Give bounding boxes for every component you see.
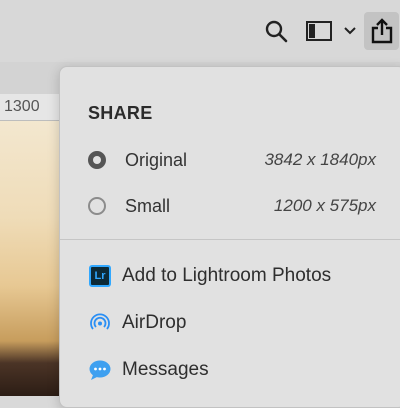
action-add-to-lightroom[interactable]: Lr Add to Lightroom Photos	[88, 261, 388, 291]
option-size: 3842 x 1840px	[264, 150, 376, 169]
airdrop-icon	[88, 311, 112, 335]
app-toolbar	[0, 0, 400, 63]
panel-icon	[306, 21, 332, 41]
option-label: Original	[125, 149, 188, 170]
option-small[interactable]: Small 1200 x 575px	[88, 191, 388, 221]
panel-dropdown-button[interactable]	[341, 18, 359, 44]
photo-canvas	[0, 121, 60, 396]
action-label: AirDrop	[122, 312, 187, 333]
action-label: Messages	[122, 359, 209, 380]
share-icon	[371, 18, 392, 44]
popover-title: SHARE	[88, 103, 153, 123]
action-messages[interactable]: Messages	[88, 355, 388, 385]
option-original[interactable]: Original 3842 x 1840px	[88, 145, 388, 175]
search-icon	[265, 20, 288, 43]
action-airdrop[interactable]: AirDrop	[88, 308, 388, 338]
option-size: 1200 x 575px	[273, 196, 376, 215]
radio-small[interactable]	[88, 197, 106, 215]
search-button[interactable]	[260, 16, 292, 46]
action-label: Add to Lightroom Photos	[122, 265, 332, 286]
panel-toggle-button[interactable]	[302, 16, 336, 46]
messages-icon	[88, 358, 112, 382]
radio-original[interactable]	[88, 151, 106, 169]
divider	[60, 239, 400, 240]
share-button[interactable]	[364, 12, 399, 50]
lightroom-icon: Lr	[88, 264, 112, 288]
chevron-down-icon	[344, 27, 356, 35]
ruler-label: 1300	[4, 98, 40, 115]
share-popover: SHARE Original 3842 x 1840px Small 1200 …	[59, 66, 400, 408]
option-label: Small	[125, 195, 171, 216]
